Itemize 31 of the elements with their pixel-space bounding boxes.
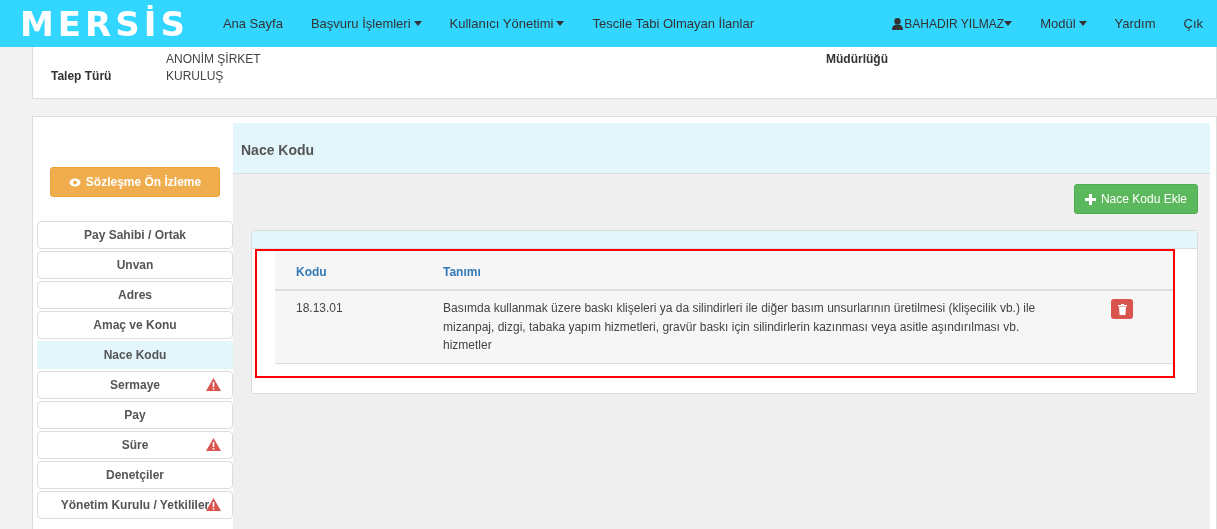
sidebar-item[interactable]: Pay Sahibi / Ortak (37, 221, 233, 249)
field-value: ANONİM ŞİRKET (166, 52, 262, 66)
plus-icon (1084, 193, 1096, 205)
sidebar-item[interactable]: Yönetim Kurulu / Yetkililer (37, 491, 233, 519)
table-cell: 18.13.01 (275, 290, 422, 364)
field-value: KURULUŞ (166, 69, 225, 83)
sidebar-item[interactable]: Nace Kodu (37, 341, 233, 369)
nav-link[interactable]: Yardım (1100, 16, 1170, 31)
column-header: Tanımı (422, 251, 1060, 290)
sidebar-item[interactable]: Amaç ve Konu (37, 311, 233, 339)
user-icon (892, 17, 904, 30)
nav-link[interactable]: Ana Sayfa (208, 16, 297, 31)
nav-link[interactable]: Modül (1026, 16, 1101, 31)
nav-link[interactable]: Çık (1169, 16, 1217, 31)
sidebar-item[interactable]: Denetçiler (37, 461, 233, 489)
sidebar-item[interactable]: Unvan (37, 251, 233, 279)
user-menu[interactable]: BAHADIR YILMAZ (878, 16, 1027, 31)
column-header: Kodu (275, 251, 422, 290)
sidebar-item[interactable]: Süre (37, 431, 233, 459)
trash-icon (1117, 303, 1127, 315)
sidebar-item[interactable]: Sermaye (37, 371, 233, 399)
sidebar-item[interactable]: Pay (37, 401, 233, 429)
nav-link[interactable]: Başvuru İşlemleri (296, 16, 436, 31)
eye-icon (68, 177, 81, 187)
nav-link[interactable]: Kullanıcı Yönetimi (435, 16, 579, 31)
field-label: Talep Türü (51, 69, 112, 83)
delete-button[interactable] (1111, 299, 1133, 319)
table-cell: Basımda kullanmak üzere baskı klişeleri ya da silindirleri ile diğer basım unsurlarının üretilmesi (klişecilik vb.) ile mizanpaj, dizgi, tabaka yapım hizmetleri, gravür baskı için silindirlerin kazınması veya asitle aşındırılması vb. hizmetler (422, 290, 1060, 364)
field-label: Müdürlüğü (826, 52, 888, 68)
nav-link[interactable]: Tescile Tabi Olmayan İlanlar (578, 16, 769, 31)
sidebar-item[interactable]: Adres (37, 281, 233, 309)
